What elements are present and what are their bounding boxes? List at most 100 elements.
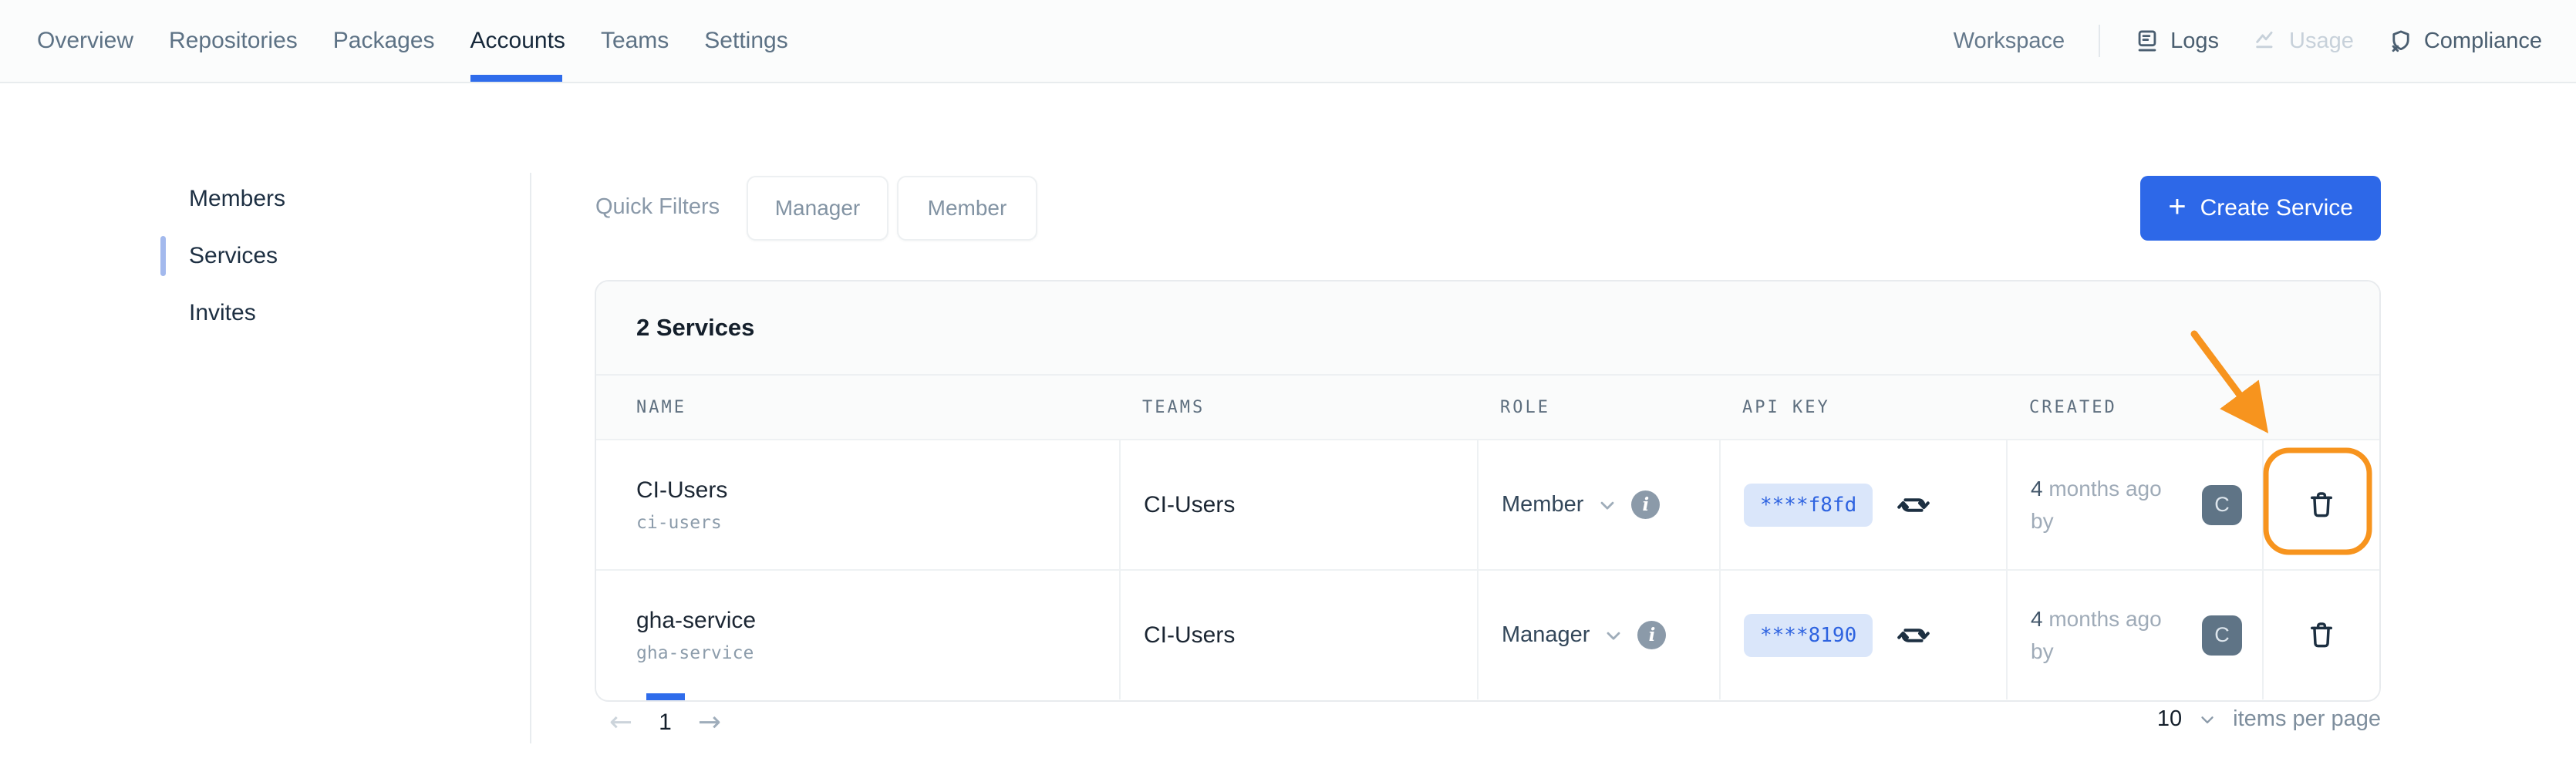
items-per-page-value[interactable]: 10 (2157, 706, 2182, 732)
avatar: C (2202, 615, 2242, 656)
usage-button[interactable]: Usage (2253, 28, 2354, 54)
service-name-cell: CI-Users ci-users (596, 440, 1119, 569)
items-per-page-control: 10 items per page (2157, 706, 2381, 732)
create-service-button[interactable]: + Create Service (2140, 176, 2381, 241)
service-name: gha-service (636, 608, 756, 634)
chevron-down-icon (1603, 625, 1624, 646)
created-by-label: by (2031, 639, 2054, 663)
service-api-key-cell: ****f8fd (1719, 440, 2006, 569)
api-key-value[interactable]: ****8190 (1744, 614, 1873, 657)
column-header-teams: TEAMS (1119, 398, 1477, 417)
nav-item-label: Accounts (470, 28, 565, 54)
api-key-value[interactable]: ****f8fd (1744, 484, 1873, 527)
compliance-label: Compliance (2424, 29, 2542, 54)
nav-item-settings[interactable]: Settings (704, 0, 787, 82)
logs-icon (2134, 28, 2160, 54)
service-slug: gha-service (636, 643, 754, 663)
usage-label: Usage (2289, 29, 2354, 54)
created-by-label: by (2031, 509, 2054, 533)
team-name: CI-Users (1144, 492, 1235, 518)
workspace-switcher[interactable]: Workspace (1954, 29, 2065, 54)
service-name: CI-Users (636, 477, 727, 504)
usage-icon (2253, 28, 2279, 54)
top-nav-right: Workspace Logs Usage Compliance (1954, 0, 2542, 82)
pagination: ← 1 → (609, 706, 721, 738)
service-actions-cell (2262, 571, 2379, 699)
service-api-key-cell: ****8190 (1719, 571, 2006, 699)
service-role-cell: Manager i (1477, 571, 1719, 699)
trash-icon (2305, 489, 2338, 521)
team-name: CI-Users (1144, 622, 1235, 649)
nav-item-overview[interactable]: Overview (37, 0, 133, 82)
nav-item-label: Teams (601, 28, 669, 54)
top-nav-items: Overview Repositories Packages Accounts … (37, 0, 824, 82)
sidebar-item-invites[interactable]: Invites (160, 299, 484, 356)
service-slug: ci-users (636, 513, 722, 533)
compliance-button[interactable]: Compliance (2388, 28, 2542, 54)
created-text: 4 months ago by (2031, 473, 2162, 538)
logs-label: Logs (2170, 29, 2219, 54)
role-dropdown[interactable]: Manager (1502, 622, 1624, 648)
sidebar-item-label: Members (189, 185, 285, 213)
service-name-cell: gha-service gha-service (596, 571, 1119, 699)
sidebar-item-members[interactable]: Members (160, 185, 484, 242)
nav-item-packages[interactable]: Packages (333, 0, 435, 82)
service-created-cell: 4 months ago by C (2006, 571, 2262, 699)
created-number: 4 (2031, 477, 2043, 501)
delete-service-button[interactable] (2301, 615, 2342, 656)
nav-item-label: Repositories (169, 28, 298, 54)
service-actions-cell (2262, 440, 2379, 569)
create-service-label: Create Service (2200, 195, 2353, 221)
filter-member-button[interactable]: Member (897, 176, 1037, 241)
delete-service-button[interactable] (2301, 484, 2342, 526)
created-relative: months ago (2048, 607, 2161, 631)
sidebar-item-label: Services (189, 242, 278, 270)
table-row: gha-service gha-service CI-Users Manager… (596, 569, 2379, 699)
table-header-row: NAME TEAMS ROLE API KEY CREATED (596, 376, 2379, 439)
service-role-cell: Member i (1477, 440, 1719, 569)
nav-item-label: Settings (704, 28, 787, 54)
created-text: 4 months ago by (2031, 603, 2162, 668)
role-value: Member (1502, 492, 1583, 517)
regenerate-key-button[interactable] (1896, 618, 1931, 653)
service-teams-cell: CI-Users (1119, 571, 1477, 699)
nav-item-teams[interactable]: Teams (601, 0, 669, 82)
info-icon[interactable]: i (1637, 621, 1666, 649)
column-header-role: ROLE (1477, 398, 1719, 417)
filter-manager-label: Manager (775, 196, 861, 221)
service-teams-cell: CI-Users (1119, 440, 1477, 569)
sidebar-item-services[interactable]: Services (160, 242, 484, 299)
plus-icon: + (2168, 191, 2186, 222)
nav-item-accounts[interactable]: Accounts (470, 0, 565, 82)
nav-item-label: Packages (333, 28, 435, 54)
compliance-icon (2388, 28, 2414, 54)
filter-member-label: Member (928, 196, 1007, 221)
active-page-indicator (646, 693, 685, 700)
created-number: 4 (2031, 607, 2043, 631)
filter-manager-button[interactable]: Manager (747, 176, 888, 241)
accounts-sidebar: Members Services Invites (160, 185, 484, 356)
next-page-button[interactable]: → (698, 706, 721, 738)
refresh-icon (1896, 618, 1931, 653)
trash-icon (2305, 619, 2338, 652)
info-icon[interactable]: i (1631, 490, 1660, 519)
role-value: Manager (1502, 622, 1590, 648)
sidebar-divider (530, 173, 531, 743)
avatar: C (2202, 485, 2242, 525)
column-header-name: NAME (596, 398, 1119, 417)
quick-filters-label: Quick Filters (595, 194, 720, 220)
services-table-card: 2 Services NAME TEAMS ROLE API KEY CREAT… (595, 280, 2381, 702)
table-row: CI-Users ci-users CI-Users Member i ****… (596, 439, 2379, 569)
role-dropdown[interactable]: Member (1502, 492, 1618, 517)
logs-button[interactable]: Logs (2134, 28, 2219, 54)
table-title-row: 2 Services (596, 281, 2379, 376)
column-header-api-key: API KEY (1719, 398, 2006, 417)
nav-item-label: Overview (37, 28, 133, 54)
nav-item-repositories[interactable]: Repositories (169, 0, 298, 82)
table-title: 2 Services (636, 314, 754, 342)
previous-page-button[interactable]: ← (609, 706, 632, 738)
refresh-icon (1896, 487, 1931, 523)
chevron-down-icon[interactable] (2197, 710, 2217, 730)
page-number[interactable]: 1 (659, 710, 672, 736)
regenerate-key-button[interactable] (1896, 487, 1931, 523)
